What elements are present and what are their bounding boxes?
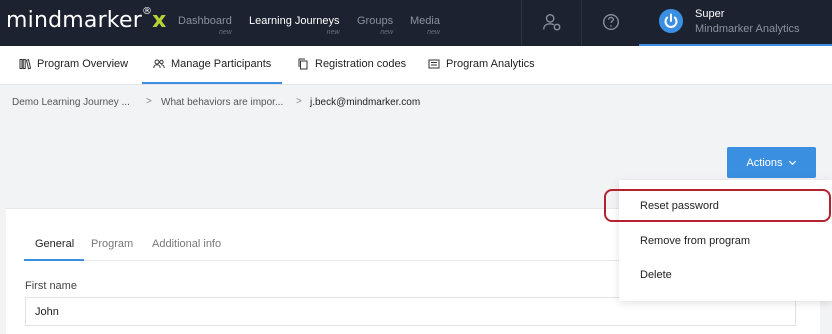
active-tab-indicator xyxy=(24,259,84,261)
user-name: Super xyxy=(695,8,725,20)
new-badge: new xyxy=(427,29,440,36)
active-tab-indicator xyxy=(142,82,282,84)
nav-learning-journeys[interactable]: Learning Journeys new xyxy=(249,15,340,36)
first-name-label: First name xyxy=(25,280,77,292)
tab-program-overview[interactable]: Program Overview xyxy=(19,58,128,70)
tab-program[interactable]: Program xyxy=(91,238,133,250)
power-icon xyxy=(659,9,683,33)
divider xyxy=(581,0,582,46)
tab-registration-codes[interactable]: Registration codes xyxy=(297,58,406,70)
tab-additional-info[interactable]: Additional info xyxy=(152,238,221,250)
tab-program-analytics[interactable]: Program Analytics xyxy=(428,58,535,70)
actions-button[interactable]: Actions xyxy=(727,147,816,178)
highlight-annotation xyxy=(604,189,831,222)
user-settings-icon[interactable] xyxy=(541,11,563,33)
menu-item-remove-from-program[interactable]: Remove from program xyxy=(640,235,750,247)
mindmarker-logo[interactable]: mindmarker®x xyxy=(6,6,167,33)
user-menu[interactable]: Super Mindmarker Analytics xyxy=(639,0,832,46)
breadcrumb-item[interactable]: What behaviors are impor... xyxy=(161,97,283,108)
tab-manage-participants[interactable]: Manage Participants xyxy=(153,58,271,70)
copy-icon xyxy=(298,58,308,70)
library-icon xyxy=(19,58,31,70)
nav-media[interactable]: Media new xyxy=(410,15,440,36)
tab-general[interactable]: General xyxy=(35,238,74,250)
nav-groups[interactable]: Groups new xyxy=(357,15,393,36)
top-navbar: mindmarker®x Dashboard new Learning Jour… xyxy=(0,0,832,46)
divider xyxy=(521,0,522,46)
chevron-down-icon xyxy=(788,160,796,166)
breadcrumb-item[interactable]: Demo Learning Journey ... xyxy=(12,97,130,108)
program-subnav: Program Overview Manage Participants Reg… xyxy=(0,46,832,85)
breadcrumb-separator: > xyxy=(296,96,302,107)
breadcrumb-separator: > xyxy=(146,96,152,107)
nav-dashboard[interactable]: Dashboard new xyxy=(178,15,232,36)
first-name-input[interactable]: John xyxy=(25,297,796,326)
new-badge: new xyxy=(380,29,394,36)
users-icon xyxy=(153,59,165,69)
user-org: Mindmarker Analytics xyxy=(695,23,800,35)
help-icon[interactable] xyxy=(600,11,622,33)
new-badge: new xyxy=(326,29,340,36)
menu-item-delete[interactable]: Delete xyxy=(640,269,672,281)
breadcrumb-item: j.beck@mindmarker.com xyxy=(310,97,421,108)
report-icon xyxy=(428,59,440,69)
new-badge: new xyxy=(218,29,232,36)
